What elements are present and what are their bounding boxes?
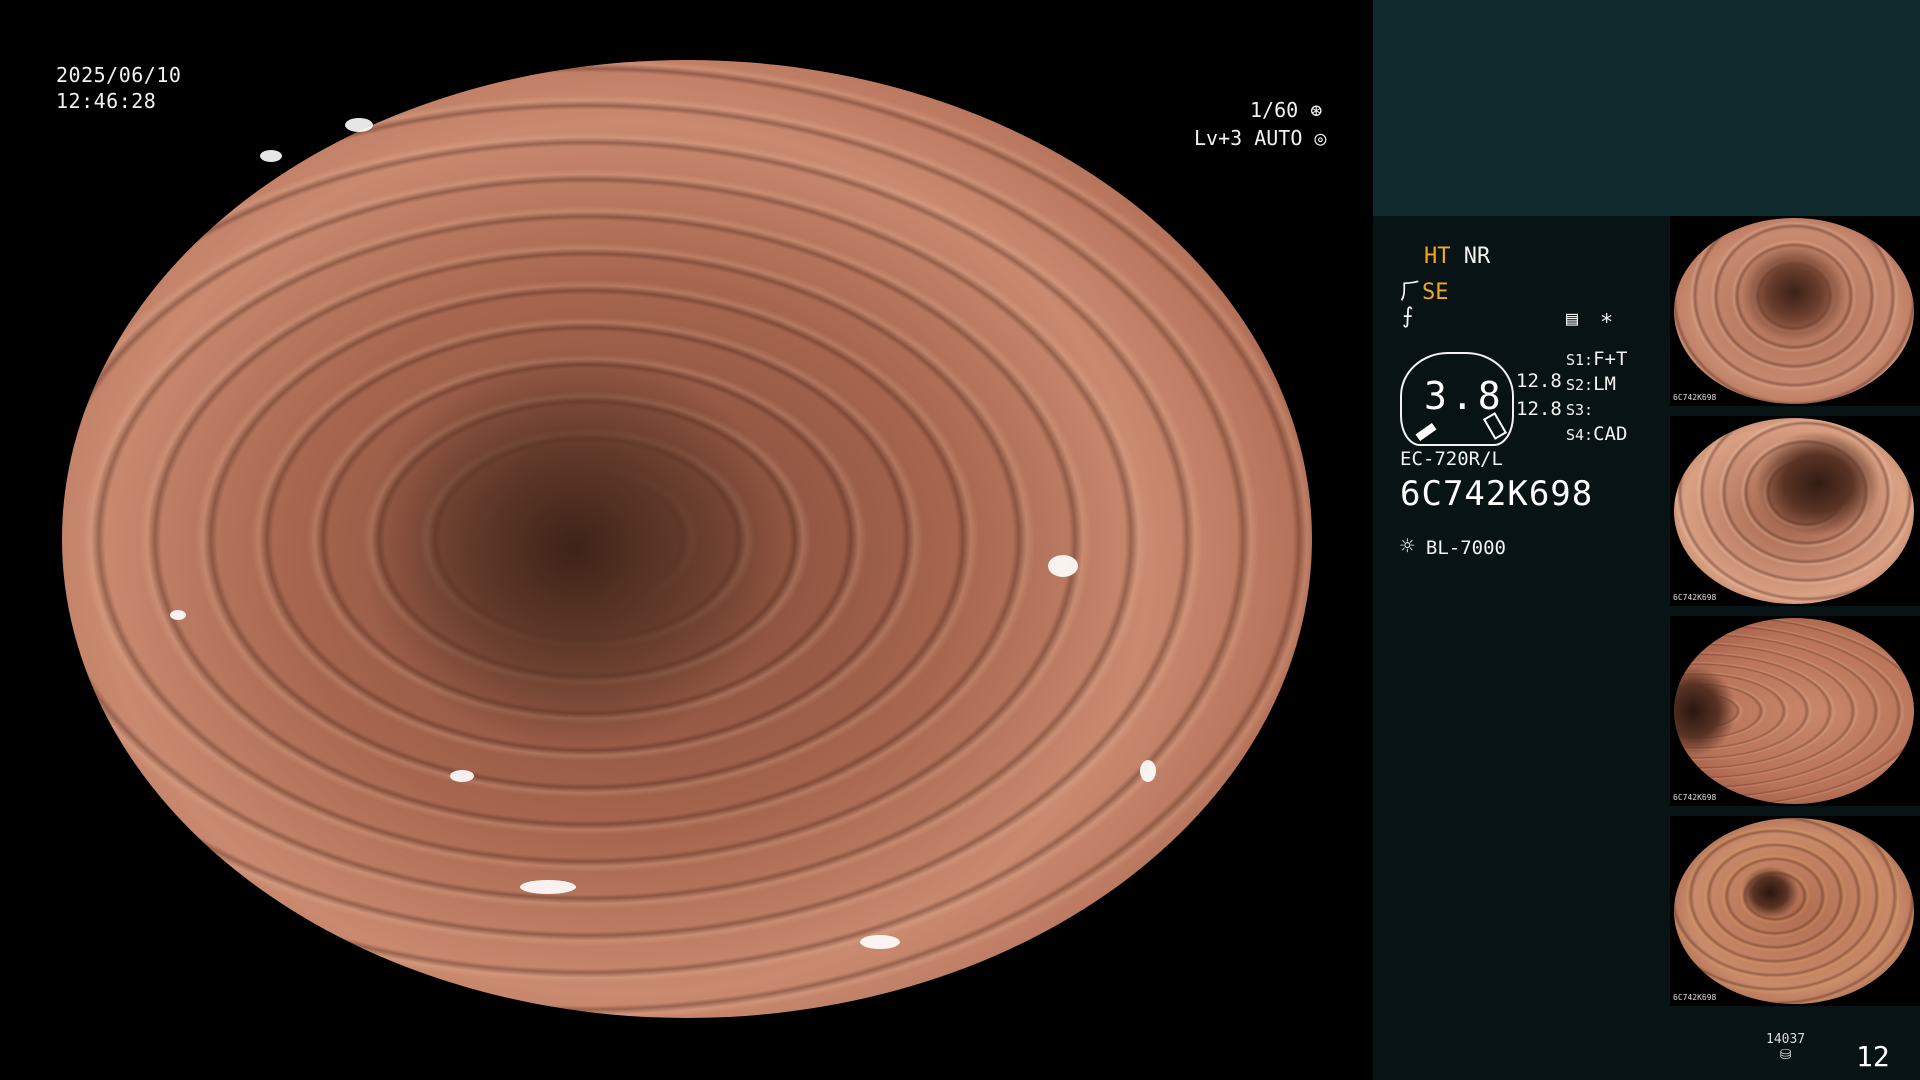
- light-source-icon: ☼: [1400, 532, 1415, 560]
- info-panel-header: [1373, 0, 1920, 216]
- thumbnail-label: 6C742K698: [1673, 593, 1717, 602]
- enhance-icon: ⺁: [1400, 280, 1423, 305]
- switch-value: F+T: [1593, 348, 1628, 370]
- gauge-right-value-1: 12.8: [1516, 370, 1562, 392]
- image-settings-row-2: ⺁SE: [1400, 274, 1449, 306]
- shutter-readout: 1/60 ⊛: [1250, 98, 1322, 122]
- thumbnail-4[interactable]: 6C742K698: [1670, 816, 1920, 1006]
- zoom-gauge: 3.8: [1400, 352, 1514, 446]
- thumbnail-3[interactable]: 6C742K698: [1670, 616, 1920, 806]
- specular-highlight: [345, 118, 373, 132]
- menu-icon: ▤: [1566, 306, 1579, 330]
- specular-highlight: [170, 610, 186, 620]
- switch-key: S3:: [1566, 401, 1594, 419]
- gauge-right-value-2: 12.8: [1516, 398, 1562, 420]
- switch-value: CAD: [1593, 423, 1628, 445]
- storage-icon: ⛁: [1779, 1047, 1792, 1063]
- time-text: 12:46:28: [56, 89, 157, 113]
- shutter-text: 1/60: [1250, 98, 1299, 122]
- specular-highlight: [1048, 555, 1078, 577]
- thumbnail-image: [1674, 618, 1914, 804]
- switch-key: S1:: [1566, 351, 1594, 369]
- date-text: 2025/06/10: [56, 63, 182, 87]
- page-number: 12: [1856, 1040, 1890, 1073]
- switch-s4: S4:CAD: [1566, 423, 1627, 445]
- specular-highlight: [260, 150, 282, 162]
- thumbnail-label: 6C742K698: [1673, 993, 1717, 1002]
- scope-serial: 6C742K698: [1400, 474, 1594, 514]
- level-readout: Lv+3 AUTO ◎: [1194, 126, 1326, 150]
- datetime: 2025/06/10 12:46:28: [56, 62, 181, 114]
- light-source-text: BL-7000: [1425, 537, 1506, 559]
- ht-label: HT: [1424, 244, 1451, 269]
- freeze-icon: ⨍: [1402, 304, 1414, 329]
- se-label: SE: [1422, 280, 1449, 305]
- switch-value: LM: [1593, 373, 1616, 395]
- thumbnail-label: 6C742K698: [1673, 393, 1717, 402]
- mask-bottom: [0, 1018, 1372, 1080]
- thumbnail-image: [1674, 218, 1914, 404]
- mask-top: [0, 0, 1372, 60]
- switch-s2: S2:LM: [1566, 373, 1616, 395]
- thumbnail-2[interactable]: 6C742K698: [1670, 416, 1920, 606]
- nr-label: NR: [1463, 244, 1491, 269]
- specular-highlight: [1140, 760, 1156, 782]
- switch-s1: S1:F+T: [1566, 348, 1627, 370]
- gauge-value: 3.8: [1424, 374, 1505, 418]
- thumbnail-image: [1674, 818, 1914, 1004]
- specular-highlight: [860, 935, 900, 949]
- switch-s3: S3:: [1566, 398, 1593, 420]
- image-settings-row-1: HT NR: [1424, 244, 1490, 269]
- light-source: ☼ BL-7000: [1400, 532, 1506, 560]
- scope-model: EC-720R/L: [1400, 448, 1503, 470]
- level-text: Lv+3 AUTO: [1194, 126, 1303, 150]
- endoscope-image: [62, 60, 1312, 1018]
- storage-count: 14037 ⛁: [1766, 1032, 1805, 1063]
- asterisk-icon: ∗: [1600, 306, 1614, 331]
- thumbnail-1[interactable]: 6C742K698: [1670, 216, 1920, 406]
- switch-key: S2:: [1566, 376, 1594, 394]
- specular-highlight: [450, 770, 474, 782]
- thumbnail-image: [1674, 418, 1914, 604]
- aperture-icon: ⊛: [1310, 98, 1323, 122]
- specular-highlight: [520, 880, 576, 894]
- thumbnail-label: 6C742K698: [1673, 793, 1717, 802]
- gauge-marker-left: [1415, 422, 1437, 442]
- switch-key: S4:: [1566, 426, 1594, 444]
- endoscope-main-view: 2025/06/10 12:46:28 1/60 ⊛ Lv+3 AUTO ◎: [0, 0, 1372, 1080]
- auto-exposure-icon: ◎: [1314, 126, 1327, 150]
- storage-count-text: 14037: [1766, 1032, 1806, 1047]
